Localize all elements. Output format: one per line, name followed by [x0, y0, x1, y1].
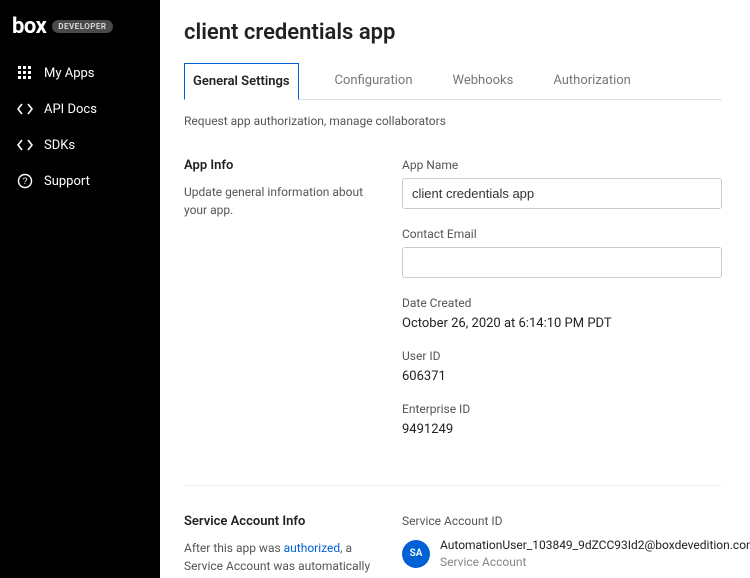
- tab-description: Request app authorization, manage collab…: [184, 114, 722, 128]
- avatar: SA: [402, 540, 430, 568]
- svg-text:?: ?: [22, 176, 27, 186]
- question-icon: ?: [16, 172, 34, 190]
- app-name-label: App Name: [402, 158, 722, 172]
- nav-support[interactable]: ? Support: [12, 165, 148, 197]
- authorized-link[interactable]: authorized: [284, 541, 341, 555]
- contact-email-input[interactable]: [402, 247, 722, 278]
- section-desc: Update general information about your ap…: [184, 183, 374, 219]
- tabs: General Settings Configuration Webhooks …: [184, 63, 722, 100]
- section-app-info: App Info Update general information abou…: [184, 158, 722, 485]
- divider: [184, 485, 722, 486]
- enterprise-id-label: Enterprise ID: [402, 402, 722, 416]
- user-id-label: User ID: [402, 349, 722, 363]
- nav-sdks[interactable]: SDKs: [12, 129, 148, 161]
- nav-label: My Apps: [44, 66, 95, 81]
- sidebar: box DEVELOPER My Apps API Docs SDKs: [0, 0, 160, 578]
- code-icon: [16, 100, 34, 118]
- page-title: client credentials app: [184, 20, 722, 45]
- date-created-value: October 26, 2020 at 6:14:10 PM PDT: [402, 316, 722, 331]
- nav-label: Support: [44, 174, 90, 189]
- main-content: client credentials app General Settings …: [160, 0, 750, 578]
- logo[interactable]: box DEVELOPER: [12, 14, 148, 39]
- nav-api-docs[interactable]: API Docs: [12, 93, 148, 125]
- service-account-id-label: Service Account ID: [402, 514, 750, 528]
- enterprise-id-value: 9491249: [402, 422, 722, 437]
- box-logo-text: box: [12, 14, 46, 39]
- section-desc: After this app was authorized, a Service…: [184, 539, 374, 578]
- service-account-row: SA AutomationUser_103849_9dZCC93Id2@boxd…: [402, 538, 750, 569]
- tab-authorization[interactable]: Authorization: [549, 63, 635, 99]
- section-service-account: Service Account Info After this app was …: [184, 514, 722, 578]
- service-account-sub: Service Account: [440, 555, 750, 569]
- tab-webhooks[interactable]: Webhooks: [449, 63, 518, 99]
- tab-general-settings[interactable]: General Settings: [184, 63, 299, 100]
- nav-my-apps[interactable]: My Apps: [12, 57, 148, 89]
- date-created-label: Date Created: [402, 296, 722, 310]
- grid-icon: [16, 64, 34, 82]
- nav-label: SDKs: [44, 138, 75, 153]
- service-account-email: AutomationUser_103849_9dZCC93Id2@boxdeve…: [440, 538, 750, 552]
- app-name-input[interactable]: [402, 178, 722, 209]
- nav-label: API Docs: [44, 102, 97, 117]
- code-icon: [16, 136, 34, 154]
- user-id-value: 606371: [402, 369, 722, 384]
- sidebar-nav: My Apps API Docs SDKs ? Support: [12, 57, 148, 197]
- section-title: Service Account Info: [184, 514, 374, 529]
- tab-configuration[interactable]: Configuration: [331, 63, 417, 99]
- section-title: App Info: [184, 158, 374, 173]
- contact-email-label: Contact Email: [402, 227, 722, 241]
- developer-badge: DEVELOPER: [52, 20, 112, 33]
